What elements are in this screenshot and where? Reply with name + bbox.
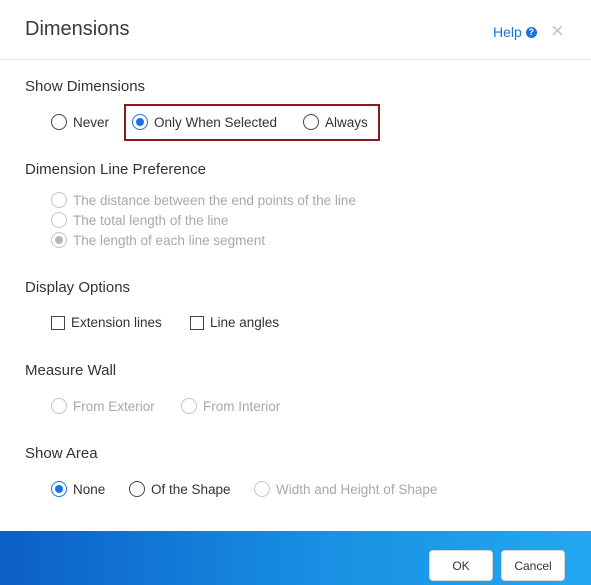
radio-area-none[interactable]: None xyxy=(51,481,105,497)
radio-label: From Exterior xyxy=(73,398,155,414)
radio-button xyxy=(51,212,67,228)
ok-button[interactable]: OK xyxy=(429,550,493,581)
close-icon[interactable]: × xyxy=(551,20,564,42)
radio-label: None xyxy=(73,481,106,497)
radio-button-selected[interactable] xyxy=(132,114,148,130)
help-icon: ? xyxy=(525,26,537,38)
radio-button-selected xyxy=(51,232,67,248)
radio-distance-end-points: The distance between the end points of t… xyxy=(51,192,356,208)
checkbox-label: Extension lines xyxy=(71,315,162,330)
checkbox[interactable] xyxy=(190,315,204,330)
radio-of-the-shape[interactable]: Of the Shape xyxy=(129,481,231,497)
cancel-button[interactable]: Cancel xyxy=(501,550,565,581)
radio-width-height-shape: Width and Height of Shape xyxy=(254,481,437,497)
show-area-title: Show Area xyxy=(25,445,98,462)
radio-label: The length of each line segment xyxy=(73,232,266,248)
radio-button xyxy=(51,398,67,414)
radio-label: Width and Height of Shape xyxy=(276,481,438,497)
radio-label: From Interior xyxy=(203,398,281,414)
radio-total-length: The total length of the line xyxy=(51,212,228,228)
checkbox-line-angles[interactable]: Line angles xyxy=(190,315,279,330)
radio-button xyxy=(181,398,197,414)
radio-button[interactable] xyxy=(51,114,67,130)
dialog-title: Dimensions xyxy=(25,18,130,40)
radio-label: Of the Shape xyxy=(151,481,231,497)
radio-from-exterior: From Exterior xyxy=(51,398,155,414)
measure-wall-title: Measure Wall xyxy=(25,362,117,379)
radio-label: Always xyxy=(325,114,368,130)
radio-each-segment: The length of each line segment xyxy=(51,232,265,248)
checkbox[interactable] xyxy=(51,315,65,330)
show-dimensions-title: Show Dimensions xyxy=(25,78,146,95)
dialog-header: Dimensions Help ? × xyxy=(0,0,591,60)
radio-label: The distance between the end points of t… xyxy=(73,192,356,208)
radio-button-selected[interactable] xyxy=(51,481,67,497)
radio-label: Only When Selected xyxy=(154,114,278,130)
radio-label: The total length of the line xyxy=(73,212,229,228)
radio-only-when-selected[interactable]: Only When Selected xyxy=(132,114,277,130)
checkbox-extension-lines[interactable]: Extension lines xyxy=(51,315,162,330)
radio-never[interactable]: Never xyxy=(51,114,109,130)
help-link[interactable]: Help ? xyxy=(493,24,537,40)
radio-always[interactable]: Always xyxy=(303,114,368,130)
dimension-line-preference-title: Dimension Line Preference xyxy=(25,161,206,178)
radio-button[interactable] xyxy=(129,481,145,497)
help-label: Help xyxy=(493,24,522,40)
radio-label: Never xyxy=(73,114,110,130)
radio-button xyxy=(51,192,67,208)
radio-from-interior: From Interior xyxy=(181,398,280,414)
radio-button[interactable] xyxy=(303,114,319,130)
checkbox-label: Line angles xyxy=(210,315,280,330)
radio-button xyxy=(254,481,270,497)
display-options-title: Display Options xyxy=(25,279,131,296)
